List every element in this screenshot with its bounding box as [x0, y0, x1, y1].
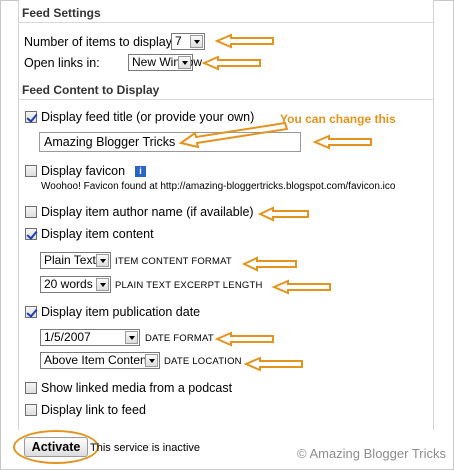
items-to-display-select[interactable]: 7	[171, 33, 205, 50]
display-pub-date-label: Display item publication date	[41, 305, 201, 319]
annotation-arrow-icon	[313, 134, 372, 150]
annotation-note: You can change this	[280, 112, 396, 126]
annotation-arrow-icon	[178, 121, 289, 149]
date-format-value: 1/5/2007	[44, 330, 91, 344]
annotation-arrow-icon	[215, 331, 274, 347]
chevron-down-icon[interactable]	[190, 35, 203, 48]
excerpt-length-value: 20 words	[44, 277, 93, 291]
display-title-checkbox[interactable]	[25, 111, 37, 123]
podcast-checkbox[interactable]	[25, 382, 37, 394]
date-location-label: DATE LOCATION	[164, 356, 242, 367]
section-divider	[18, 99, 434, 100]
excerpt-length-label: PLAIN TEXT EXCERPT LENGTH	[115, 280, 263, 291]
display-favicon-checkbox[interactable]	[25, 165, 37, 177]
item-content-format-label: ITEM CONTENT FORMAT	[115, 256, 232, 267]
item-content-format-select[interactable]: Plain Text	[40, 252, 111, 269]
info-icon[interactable]: i	[135, 166, 146, 177]
chevron-down-icon[interactable]	[96, 254, 109, 267]
display-favicon-label: Display favicon	[41, 164, 126, 178]
chevron-down-icon[interactable]	[125, 331, 138, 344]
section-title-feed-content: Feed Content to Display	[22, 83, 160, 97]
date-location-value: Above Item Content	[44, 353, 151, 367]
link-to-feed-label: Display link to feed	[41, 403, 146, 417]
open-links-value: New Window	[132, 55, 203, 69]
open-links-label: Open links in:	[24, 56, 100, 70]
items-to-display-value: 7	[175, 34, 182, 48]
annotation-arrow-icon	[242, 256, 297, 272]
section-title-feed-settings: Feed Settings	[22, 6, 101, 20]
chevron-down-icon[interactable]	[96, 278, 109, 291]
podcast-label: Show linked media from a podcast	[41, 381, 233, 395]
watermark: © Amazing Blogger Tricks	[296, 446, 446, 461]
favicon-found-text: Woohoo! Favicon found at http://amazing-…	[41, 181, 396, 192]
annotation-arrow-icon	[215, 33, 274, 49]
chevron-down-icon[interactable]	[145, 354, 158, 367]
display-author-checkbox[interactable]	[25, 206, 37, 218]
excerpt-length-select[interactable]: 20 words	[40, 276, 111, 293]
date-location-select[interactable]: Above Item Content	[40, 352, 160, 369]
items-to-display-label: Number of items to display:	[24, 35, 176, 49]
activate-button[interactable]: Activate	[24, 437, 88, 457]
display-author-label: Display item author name (if available)	[41, 205, 254, 219]
display-item-content-checkbox[interactable]	[25, 228, 37, 240]
section-divider	[18, 22, 434, 23]
item-content-format-value: Plain Text	[44, 253, 96, 267]
date-format-label: DATE FORMAT	[145, 333, 214, 344]
chevron-down-icon[interactable]	[178, 56, 191, 69]
annotation-arrow-icon	[258, 206, 309, 222]
open-links-select[interactable]: New Window	[128, 54, 202, 71]
annotation-arrow-icon	[202, 55, 261, 71]
link-to-feed-checkbox[interactable]	[25, 404, 37, 416]
display-pub-date-checkbox[interactable]	[25, 306, 37, 318]
display-item-content-label: Display item content	[41, 227, 154, 241]
annotation-arrow-icon	[244, 356, 303, 372]
service-status-text: This service is inactive	[90, 442, 201, 454]
annotation-arrow-icon	[272, 279, 331, 295]
date-format-select[interactable]: 1/5/2007	[40, 329, 140, 346]
